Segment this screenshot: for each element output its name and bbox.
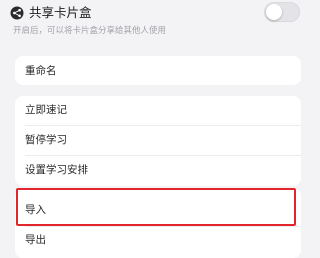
share-icon xyxy=(10,6,24,20)
share-toggle[interactable] xyxy=(264,2,300,22)
rename-card: 重命名 xyxy=(15,56,301,85)
divider xyxy=(25,125,301,126)
divider xyxy=(25,155,301,156)
import-highlight-box xyxy=(16,188,296,226)
share-cardbox-description: 开启后，可以将卡片盒分享给其他人使用 xyxy=(13,26,167,36)
share-cardbox-title: 共享卡片盒 xyxy=(29,5,92,20)
divider xyxy=(25,226,301,227)
menu-item-pause-study[interactable]: 暂停学习 xyxy=(25,133,67,147)
share-cardbox-row: 共享卡片盒 xyxy=(10,4,92,22)
menu-item-study-schedule[interactable]: 设置学习安排 xyxy=(25,163,88,177)
menu-item-quick-record[interactable]: 立即速记 xyxy=(25,103,67,117)
toggle-knob xyxy=(266,4,282,20)
menu-item-rename[interactable]: 重命名 xyxy=(25,64,57,78)
share-cardbox-section: 共享卡片盒 开启后，可以将卡片盒分享给其他人使用 xyxy=(0,0,320,42)
actions-card: 立即速记 暂停学习 设置学习安排 xyxy=(15,96,301,186)
